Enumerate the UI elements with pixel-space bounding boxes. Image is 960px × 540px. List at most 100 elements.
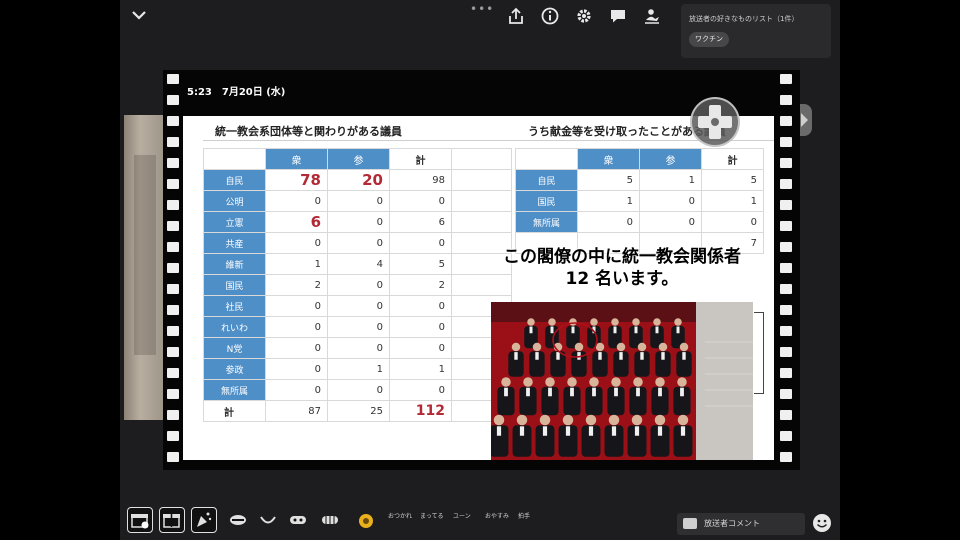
caption-line2: 12 名います。 [565, 269, 679, 289]
table-row: 参政 0 1 1 [203, 358, 512, 380]
comment-icon [683, 518, 697, 529]
stamp-text-4[interactable]: おやすみ [485, 511, 509, 520]
film-hole [167, 179, 179, 189]
share-icon[interactable] [507, 7, 525, 25]
party-label: 立憲 [203, 211, 266, 233]
table-row: 国民 1 0 1 [515, 190, 764, 212]
slide-bracket [754, 312, 764, 394]
film-hole [780, 200, 792, 210]
cell-kei: 0 [389, 232, 452, 254]
film-hole [167, 137, 179, 147]
cell-kei: 0 [389, 295, 452, 317]
table1-header-san: 参 [327, 148, 390, 170]
info-icon[interactable] [541, 7, 559, 25]
table2-header-kei: 計 [701, 148, 764, 170]
total-kei: 112 [389, 400, 452, 422]
film-frame: 5:23 7月20日 (水) 統一教会系団体等と関わりがある議員 うち献金等を受… [163, 70, 800, 470]
stamp-text-2[interactable]: まってる [420, 511, 443, 520]
emoji-smile-icon[interactable] [812, 513, 832, 533]
film-hole [780, 263, 792, 273]
cell-kei: 0 [389, 190, 452, 212]
table-row: れいわ 0 0 0 [203, 316, 512, 338]
chevron-down-icon[interactable] [130, 6, 148, 24]
dpad-arrows-icon[interactable] [692, 99, 738, 145]
cell-shu: 0 [265, 190, 328, 212]
cell-shu: 0 [577, 211, 640, 233]
stamp-text-5[interactable]: 拍手 [518, 511, 530, 520]
table-row: 共産 0 0 0 [203, 232, 512, 254]
cell-kei: 1 [389, 358, 452, 380]
dpad-control[interactable] [690, 97, 740, 147]
cell-kei: 2 [389, 274, 452, 296]
cell-san: 0 [327, 295, 390, 317]
title-divider [203, 140, 774, 141]
cell-kei: 5 [389, 253, 452, 275]
cell-shu: 0 [265, 337, 328, 359]
table-row: 無所属 0 0 0 [515, 211, 764, 233]
film-hole [780, 158, 792, 168]
film-hole [780, 452, 792, 462]
stamp-smile-icon[interactable] [259, 514, 277, 526]
total-shu: 87 [265, 400, 328, 422]
party-label: 維新 [203, 253, 266, 275]
cell-shu: 6 [265, 211, 328, 233]
table-row: 国民 2 0 2 [203, 274, 512, 296]
film-hole [167, 116, 179, 126]
cell-san: 0 [327, 190, 390, 212]
stamp-mouth-icon[interactable] [229, 514, 247, 526]
stamp-text-3[interactable]: ユーン [453, 511, 471, 520]
film-hole [780, 137, 792, 147]
table1-header-row: 衆 参 計 [203, 148, 512, 170]
film-hole [780, 74, 792, 84]
chevron-right-icon[interactable] [801, 113, 808, 127]
party-label: 国民 [203, 274, 266, 296]
gift-icon [163, 514, 180, 528]
table-row: 計 87 25 112 [203, 400, 512, 422]
party-popper-button[interactable] [191, 507, 217, 533]
film-hole [780, 389, 792, 399]
cell-san: 0 [327, 379, 390, 401]
wishlist-panel[interactable]: 放送者の好きなものリスト（1件） ワクチン [681, 4, 831, 58]
party-label: 自民 [203, 169, 266, 191]
gear-icon[interactable] [575, 7, 593, 25]
total-san: 25 [327, 400, 390, 422]
cell-kei: 0 [389, 316, 452, 338]
person-icon[interactable] [643, 7, 661, 25]
cell-shu: 0 [265, 358, 328, 380]
sunflower-icon[interactable] [358, 513, 374, 529]
film-hole [780, 368, 792, 378]
table-row: 維新 1 4 5 [203, 253, 512, 275]
film-hole [167, 284, 179, 294]
film-hole [167, 263, 179, 273]
wishlist-chip[interactable]: ワクチン [689, 32, 729, 47]
more-icon[interactable]: ••• [470, 2, 494, 16]
stamp-teeth-icon[interactable] [321, 514, 339, 526]
film-hole [167, 158, 179, 168]
stamp-eyes-icon[interactable] [289, 514, 307, 526]
cell-san: 0 [639, 211, 702, 233]
cell-kei: 98 [389, 169, 452, 191]
party-label: 無所属 [515, 211, 578, 233]
cell-san: 0 [327, 316, 390, 338]
party-label: 共産 [203, 232, 266, 254]
cell-blank [451, 190, 512, 212]
table2: 衆 参 計 自民 5 1 5 国民 1 0 1 無所属 0 0 0 7 [515, 148, 764, 254]
broadcaster-comment-button[interactable]: 放送者コメント [677, 513, 805, 535]
film-hole [167, 452, 179, 462]
film-hole [167, 326, 179, 336]
film-hole [167, 200, 179, 210]
gift-box-button[interactable] [127, 507, 153, 533]
stamp-text-1[interactable]: おつかれ [388, 511, 412, 520]
cell-blank [451, 169, 512, 191]
chat-icon[interactable] [609, 7, 627, 25]
cell-kei: 0 [389, 379, 452, 401]
party-label: 国民 [515, 190, 578, 212]
cabinet-photo-graphic [491, 302, 753, 460]
table2-header-san: 参 [639, 148, 702, 170]
table1: 衆 参 計 自民 78 20 98 公明 0 0 0 立憲 6 0 6 共産 0 0 0 維新 1 4 5 国民 2 0 2 社… [203, 148, 512, 422]
cell-san: 0 [327, 211, 390, 233]
table2-header-row: 衆 参 計 [515, 148, 764, 170]
gift-button[interactable] [159, 507, 185, 533]
cell-kei: 1 [701, 190, 764, 212]
party-label: 参政 [203, 358, 266, 380]
